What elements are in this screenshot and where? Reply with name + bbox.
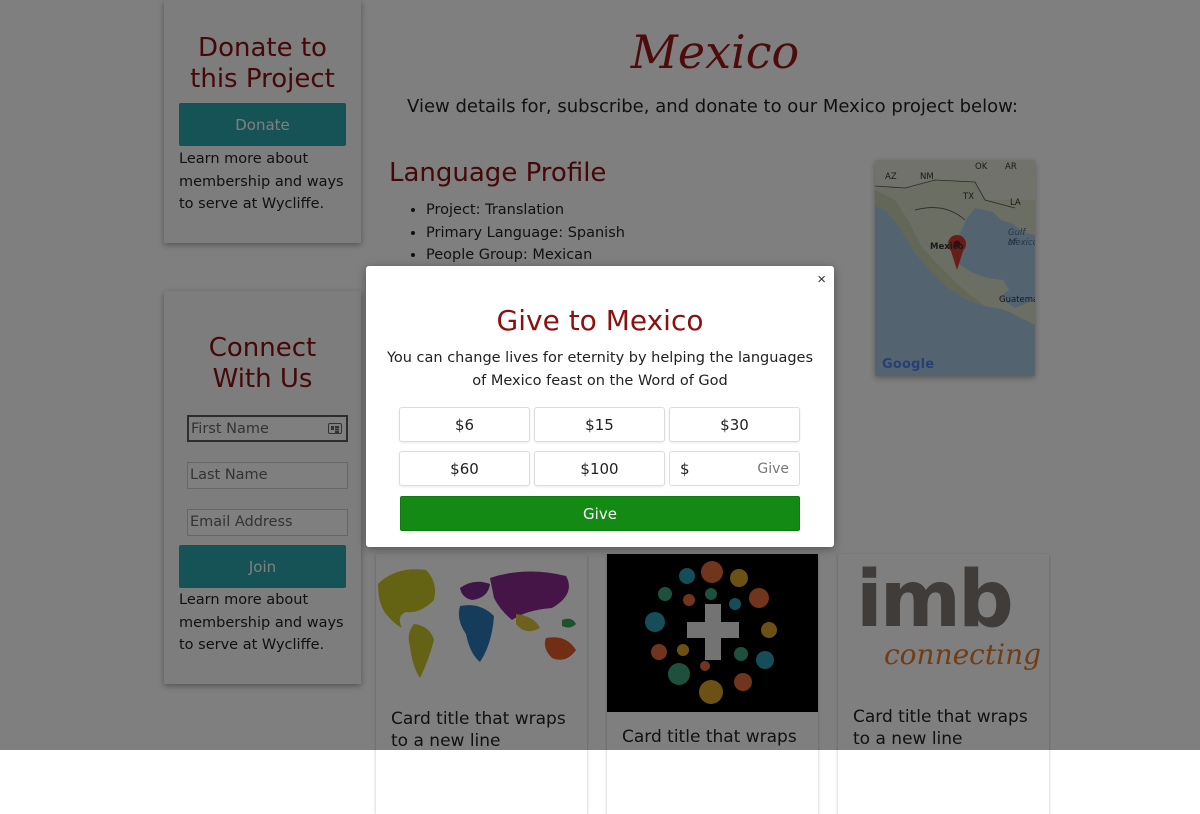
amount-30-button[interactable]: $30 xyxy=(669,407,800,442)
amount-6-button[interactable]: $6 xyxy=(399,407,530,442)
custom-amount-input[interactable]: $ Give xyxy=(669,451,800,486)
amount-60-button[interactable]: $60 xyxy=(399,451,530,486)
modal-description: You can change lives for eternity by hel… xyxy=(386,350,814,389)
give-button[interactable]: Give xyxy=(400,496,800,531)
modal-title: Give to Mexico xyxy=(496,304,704,337)
close-icon[interactable]: × xyxy=(817,271,826,288)
currency-symbol: $ xyxy=(680,460,690,478)
amount-100-button[interactable]: $100 xyxy=(534,451,665,486)
amount-15-button[interactable]: $15 xyxy=(534,407,665,442)
give-modal: × Give to Mexico You can change lives fo… xyxy=(366,266,834,547)
page: Donate to this Project Donate Learn more… xyxy=(0,0,1200,814)
custom-amount-placeholder: Give xyxy=(757,461,789,477)
